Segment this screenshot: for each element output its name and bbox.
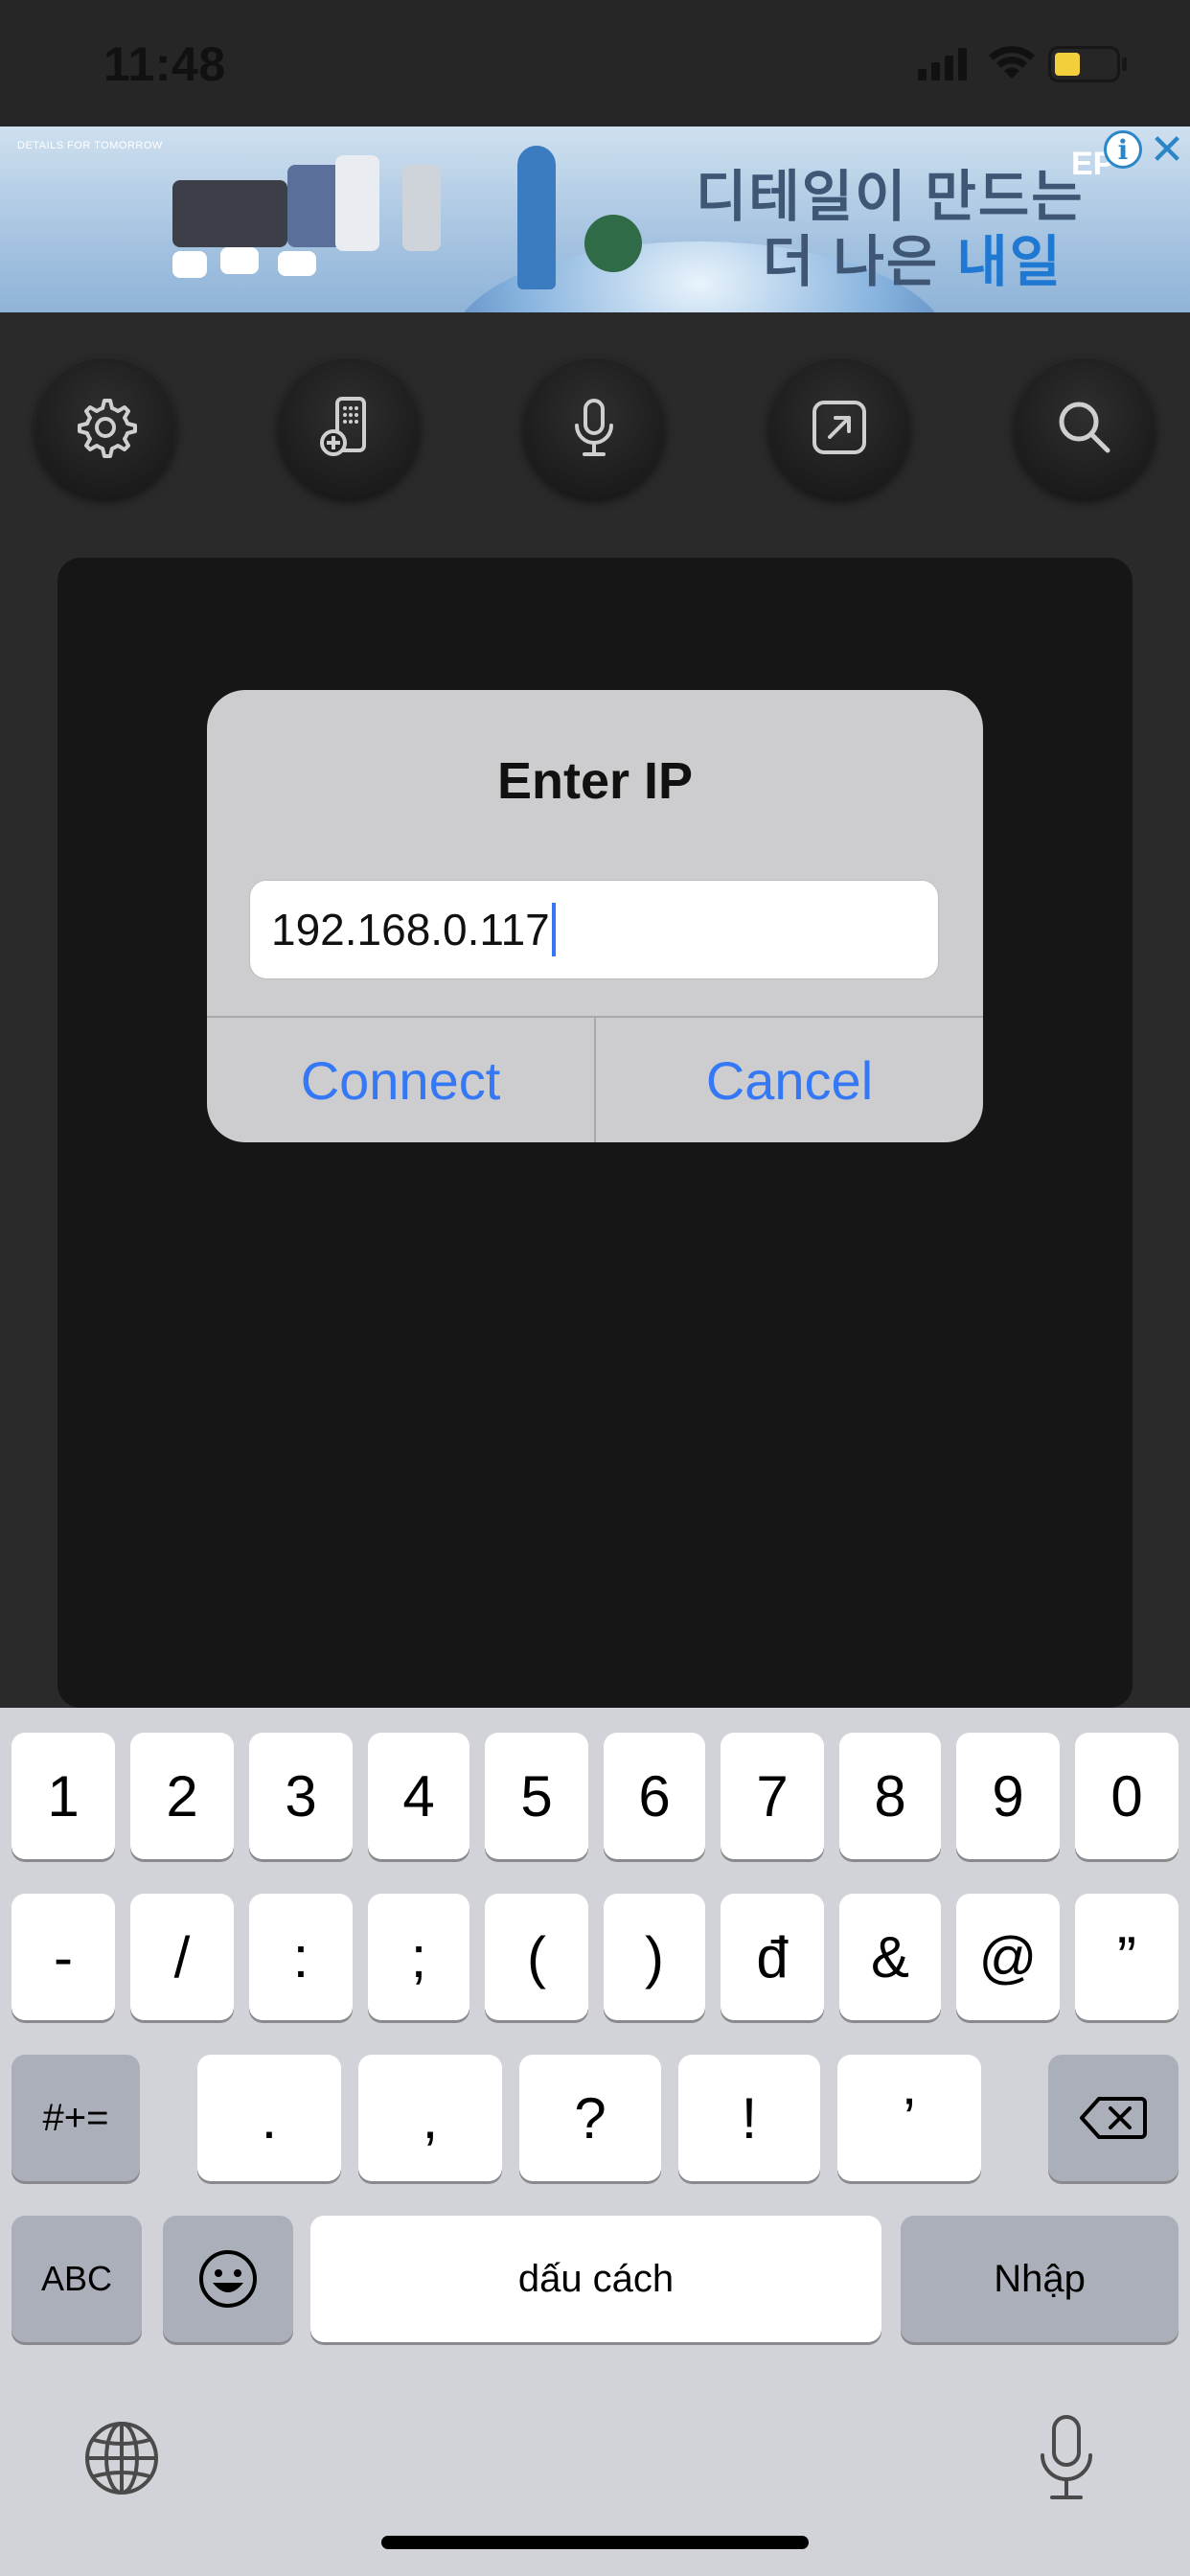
cancel-button[interactable]: Cancel [596,1018,983,1142]
key-8[interactable]: 8 [839,1733,941,1859]
status-bar: 11:48 [0,0,1190,126]
ad-headline-line2: 더 나은 내일 [763,217,1063,297]
text-caret [551,903,556,956]
search-button[interactable] [1014,356,1156,498]
key-7[interactable]: 7 [721,1733,824,1859]
key-close-paren[interactable]: ) [604,1894,705,2020]
ad-device-graphic [172,251,207,278]
key-period[interactable]: . [197,2055,341,2181]
space-bar[interactable]: dấu cách [310,2216,881,2342]
key-question[interactable]: ? [519,2055,661,2181]
globe-icon[interactable] [82,2419,161,2497]
key-9[interactable]: 9 [956,1733,1060,1859]
key-colon[interactable]: : [249,1894,353,2020]
key-6[interactable]: 6 [604,1733,705,1859]
ad-printer-graphic [335,155,379,251]
ad-tagline: DETAILS FOR TOMORROW [17,140,163,151]
key-open-paren[interactable]: ( [485,1894,588,2020]
key-at[interactable]: @ [956,1894,1060,2020]
ad-headline-prefix: 더 나은 [763,231,957,293]
key-semicolon[interactable]: ; [368,1894,469,2020]
key-slash[interactable]: / [130,1894,234,2020]
key-exclamation[interactable]: ! [678,2055,820,2181]
key-d-stroke[interactable]: đ [721,1894,824,2020]
key-hyphen[interactable]: - [11,1894,115,2020]
key-3[interactable]: 3 [249,1733,353,1859]
ad-woman-graphic [517,146,556,289]
ad-banner[interactable]: DETAILS FOR TOMORROW 디테일이 만드는 더 나은 내일 EP… [0,126,1190,312]
voice-button[interactable] [523,356,665,498]
cellular-signal-icon [918,48,967,80]
ip-input-value: 192.168.0.117 [271,905,550,954]
home-indicator[interactable] [381,2536,809,2549]
key-abc[interactable]: ABC [11,2216,142,2342]
dialog-title: Enter IP [496,752,694,810]
toolbar [0,312,1190,542]
connect-button[interactable]: Connect [207,1018,594,1142]
ad-plant-graphic [584,215,642,272]
add-device-button[interactable] [278,356,420,498]
ad-info-icon[interactable]: i [1104,130,1142,169]
key-1[interactable]: 1 [11,1733,115,1859]
enter-ip-dialog: Enter IP 192.168.0.117 Connect Cancel [207,690,983,1142]
backspace-icon [1080,2097,1147,2139]
key-symbols-toggle[interactable]: #+= [11,2055,140,2181]
battery-icon [1048,46,1127,82]
add-device-icon [320,397,366,456]
search-icon [1059,402,1110,453]
settings-button[interactable] [34,356,176,498]
status-time: 11:48 [103,37,226,91]
ip-input[interactable]: 192.168.0.117 [249,880,939,979]
dictation-microphone-icon[interactable] [1039,2413,1094,2501]
key-2[interactable]: 2 [130,1733,234,1859]
key-apostrophe[interactable]: ’ [837,2055,981,2181]
wifi-icon [989,46,1035,79]
key-0[interactable]: 0 [1075,1733,1179,1859]
open-external-icon [812,401,866,454]
key-comma[interactable]: , [358,2055,502,2181]
return-key[interactable]: Nhập [901,2216,1179,2342]
ad-device-graphic [278,251,316,276]
backspace-button[interactable] [1048,2055,1179,2181]
emoji-icon [199,2250,257,2308]
key-quote[interactable]: ” [1075,1894,1179,2020]
key-5[interactable]: 5 [485,1733,588,1859]
ad-close-icon[interactable]: ✕ [1148,126,1186,173]
key-ampersand[interactable]: & [839,1894,941,2020]
ad-printer-graphic [172,180,287,247]
ad-device-graphic [220,247,259,274]
ad-headline-accent: 내일 [956,231,1064,293]
key-4[interactable]: 4 [368,1733,469,1859]
open-external-button[interactable] [768,356,910,498]
emoji-button[interactable] [163,2216,293,2342]
ad-printer-graphic [402,165,441,251]
microphone-icon [575,399,613,456]
gear-icon [78,399,137,458]
